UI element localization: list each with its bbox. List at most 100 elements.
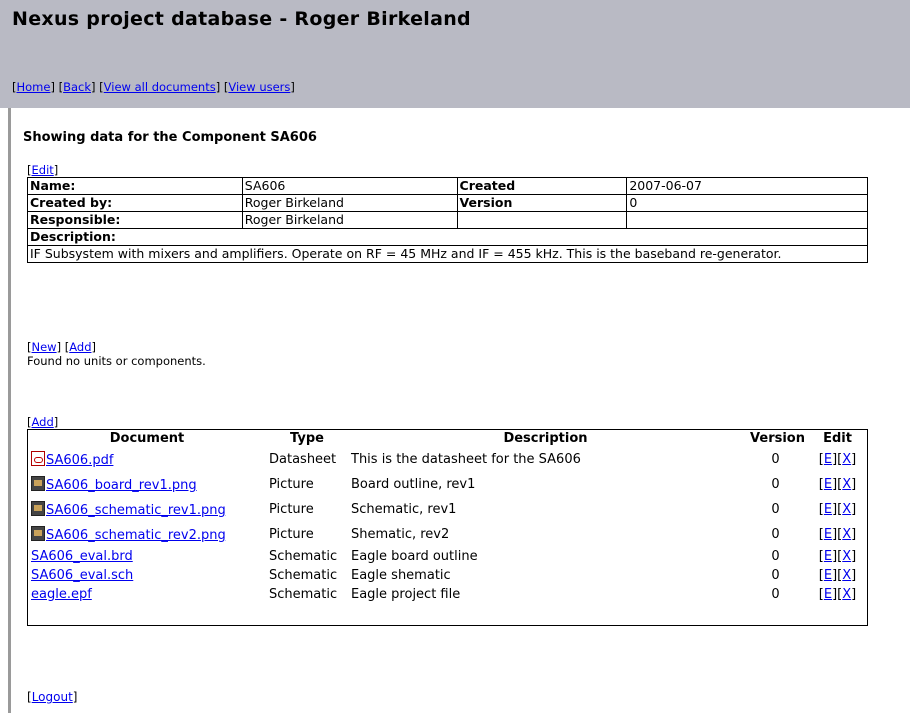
type-cell: Picture <box>269 527 314 542</box>
type-cell: Picture <box>269 477 314 492</box>
description-value: IF Subsystem with mixers and amplifiers.… <box>27 245 868 263</box>
documents-add: [Add] <box>27 415 59 429</box>
created-label: Created <box>456 177 628 195</box>
info-row: Responsible: Roger Birkeland <box>27 211 868 229</box>
page-title: Nexus project database - Roger Birkeland <box>12 8 471 30</box>
document-cell: SA606_eval.brd <box>28 547 266 566</box>
back-link[interactable]: Back <box>63 80 91 94</box>
version-cell: 0 <box>771 587 780 602</box>
document-cell: SA606_schematic_rev1.png <box>28 497 266 522</box>
edit-document-link[interactable]: E <box>824 477 832 492</box>
image-file-icon <box>31 526 45 541</box>
column-header-type: Type <box>290 431 324 446</box>
edit-document-link[interactable]: E <box>824 502 832 517</box>
table-row: SA606_schematic_rev2.png Picture Shemati… <box>28 522 867 547</box>
document-link[interactable]: SA606.pdf <box>46 453 113 468</box>
edit-document-link[interactable]: E <box>824 527 832 542</box>
document-link[interactable]: SA606_board_rev1.png <box>46 478 197 493</box>
table-row: SA606.pdf Datasheet This is the datashee… <box>28 447 867 472</box>
edit-cell: [E][X] <box>818 452 857 467</box>
column-header-description: Description <box>503 431 588 446</box>
edit-cell: [E][X] <box>818 502 857 517</box>
document-cell: SA606_schematic_rev2.png <box>28 522 266 547</box>
info-row: Name: SA606 Created 2007-06-07 <box>27 177 868 195</box>
component-heading: Showing data for the Component SA606 <box>23 130 317 145</box>
view-users-link[interactable]: View users <box>228 80 290 94</box>
add-document-link[interactable]: Add <box>32 415 54 429</box>
table-row: eagle.epf Schematic Eagle project file 0… <box>28 585 867 604</box>
document-link[interactable]: SA606_eval.brd <box>31 549 133 564</box>
delete-document-link[interactable]: X <box>842 527 851 542</box>
document-link[interactable]: SA606_eval.sch <box>31 568 133 583</box>
description-cell: Eagle shematic <box>351 568 451 583</box>
responsible-value: Roger Birkeland <box>241 211 458 229</box>
version-cell: 0 <box>771 568 780 583</box>
units-empty-message: Found no units or components. <box>27 354 206 368</box>
info-row: Created by: Roger Birkeland Version 0 <box>27 194 868 212</box>
info-row: IF Subsystem with mixers and amplifiers.… <box>27 245 868 263</box>
edit-cell: [E][X] <box>818 527 857 542</box>
edit-document-link[interactable]: E <box>824 452 832 467</box>
edit-document-link[interactable]: E <box>824 587 832 602</box>
type-cell: Datasheet <box>269 452 337 467</box>
type-cell: Schematic <box>269 587 338 602</box>
table-row: SA606_board_rev1.png Picture Board outli… <box>28 472 867 497</box>
type-cell: Schematic <box>269 549 338 564</box>
add-unit-link[interactable]: Add <box>69 340 91 354</box>
delete-document-link[interactable]: X <box>842 477 851 492</box>
delete-document-link[interactable]: X <box>842 502 851 517</box>
description-cell: Schematic, rev1 <box>351 502 457 517</box>
documents-table: Document Type Description Version Edit S… <box>28 430 867 604</box>
view-all-documents-link[interactable]: View all documents <box>104 80 216 94</box>
created-by-label: Created by: <box>27 194 243 212</box>
responsible-label: Responsible: <box>27 211 243 229</box>
table-row: SA606_eval.brd Schematic Eagle board out… <box>28 547 867 566</box>
delete-document-link[interactable]: X <box>842 587 851 602</box>
image-file-icon <box>31 501 45 516</box>
type-cell: Picture <box>269 502 314 517</box>
description-cell: Eagle project file <box>351 587 461 602</box>
created-by-value: Roger Birkeland <box>241 194 458 212</box>
home-link[interactable]: Home <box>17 80 51 94</box>
pdf-file-icon <box>31 451 45 466</box>
edit-document-link[interactable]: E <box>824 568 832 583</box>
edit-cell: [E][X] <box>818 587 857 602</box>
version-label: Version <box>456 194 628 212</box>
table-row: SA606_eval.sch Schematic Eagle shematic … <box>28 566 867 585</box>
document-cell: SA606_eval.sch <box>28 566 266 585</box>
new-unit-link[interactable]: New <box>32 340 57 354</box>
empty-cell <box>456 211 628 229</box>
component-edit: [Edit] <box>27 163 59 177</box>
description-cell: Eagle board outline <box>351 549 478 564</box>
column-header-edit: Edit <box>823 431 852 446</box>
document-link[interactable]: SA606_schematic_rev1.png <box>46 503 226 518</box>
document-cell: SA606_board_rev1.png <box>28 472 266 497</box>
top-nav: [Home] [Back] [View all documents] [View… <box>12 80 295 94</box>
component-info-table: Name: SA606 Created 2007-06-07 Created b… <box>27 177 868 263</box>
description-cell: This is the datasheet for the SA606 <box>351 452 581 467</box>
column-header-document: Document <box>109 431 185 446</box>
info-row: Description: <box>27 228 868 246</box>
name-value: SA606 <box>241 177 458 195</box>
column-header-version: Version <box>750 431 805 446</box>
edit-cell: [E][X] <box>818 477 857 492</box>
edit-document-link[interactable]: E <box>824 549 832 564</box>
document-cell: eagle.epf <box>28 585 266 604</box>
version-cell: 0 <box>771 549 780 564</box>
delete-document-link[interactable]: X <box>842 549 851 564</box>
image-file-icon <box>31 476 45 491</box>
edit-cell: [E][X] <box>818 568 857 583</box>
delete-document-link[interactable]: X <box>842 568 851 583</box>
version-cell: 0 <box>771 502 780 517</box>
document-link[interactable]: SA606_schematic_rev2.png <box>46 528 226 543</box>
units-actions: [New] [Add] <box>27 340 96 354</box>
delete-document-link[interactable]: X <box>842 452 851 467</box>
edit-component-link[interactable]: Edit <box>32 163 54 177</box>
documents-table-box: Document Type Description Version Edit S… <box>27 429 868 626</box>
document-link[interactable]: eagle.epf <box>31 587 92 602</box>
document-cell: SA606.pdf <box>28 447 266 472</box>
description-cell: Shematic, rev2 <box>351 527 450 542</box>
version-cell: 0 <box>771 452 780 467</box>
version-value: 0 <box>626 194 868 212</box>
logout-link[interactable]: Logout <box>32 690 73 704</box>
